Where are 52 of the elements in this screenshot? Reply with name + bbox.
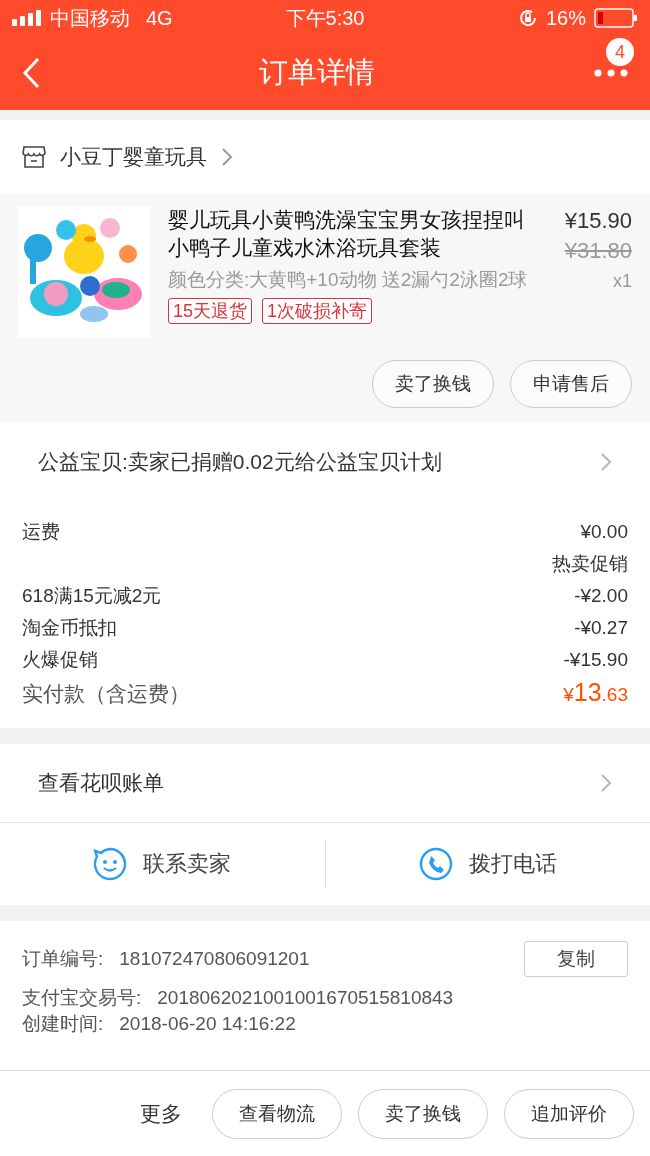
action-button[interactable]: 申请售后 <box>510 360 632 408</box>
copy-button[interactable]: 复制 <box>524 941 628 977</box>
chat-face-icon <box>93 847 128 881</box>
back-icon[interactable] <box>22 57 40 89</box>
total-amount: ¥13.63 <box>563 678 628 707</box>
product-variant: 颜色分类:大黄鸭+10动物 送2漏勺2泳圈2球 <box>168 268 529 292</box>
service-tag: 1次破损补寄 <box>262 298 373 324</box>
total-label: 实付款（含运费） <box>22 681 190 707</box>
action-button[interactable]: 追加评价 <box>504 1088 634 1139</box>
info-value: 2018062021001001670515810843 <box>157 986 454 1010</box>
fee-value: 热卖促销 <box>552 552 628 576</box>
shop-name[interactable]: 小豆丁婴童玩具 <box>60 143 207 171</box>
fee-value: -¥2.00 <box>574 584 628 608</box>
more-icon[interactable] <box>594 69 628 77</box>
info-value: 2018-06-20 14:16:22 <box>119 1012 296 1036</box>
fee-value: ¥0.00 <box>580 520 628 544</box>
product-quantity: x1 <box>612 270 632 293</box>
info-label: 订单编号: <box>22 947 104 971</box>
clock-time: 下午5:30 <box>285 5 365 31</box>
chevron-right-icon <box>600 452 612 472</box>
info-value: 181072470806091201 <box>119 947 310 971</box>
huabei-bill-link[interactable]: 查看花呗账单 <box>38 769 164 797</box>
network-type: 4G <box>146 6 173 30</box>
product-title[interactable]: 婴儿玩具小黄鸭洗澡宝宝男女孩捏捏叫小鸭子儿童戏水沐浴玩具套装 <box>168 206 532 262</box>
store-icon <box>22 146 46 168</box>
info-label: 创建时间: <box>22 1012 104 1036</box>
action-button[interactable]: 查看物流 <box>212 1088 342 1139</box>
info-label: 支付宝交易号: <box>22 986 142 1010</box>
contact-button[interactable]: 拨打电话 <box>325 847 650 881</box>
fee-label: 运费 <box>22 520 60 544</box>
notification-badge: 4 <box>606 38 634 66</box>
service-tag: 15天退货 <box>168 298 253 324</box>
chevron-right-icon <box>221 147 233 167</box>
product-price: ¥15.90 <box>563 207 632 235</box>
original-price: ¥31.80 <box>563 237 632 265</box>
chevron-right-icon <box>600 773 612 793</box>
more-link[interactable]: 更多 <box>140 1099 182 1128</box>
fee-label: 618满15元减2元 <box>22 584 162 608</box>
action-button[interactable]: 卖了换钱 <box>372 360 494 408</box>
fee-value: -¥15.90 <box>563 648 628 672</box>
rotation-lock-icon <box>517 8 538 28</box>
page-title: 订单详情 <box>258 55 376 90</box>
battery-percent: 16% <box>545 6 586 30</box>
battery-icon <box>594 8 638 28</box>
carrier-name: 中国移动 <box>50 5 130 31</box>
phone-icon <box>418 847 453 881</box>
fee-label: 淘金币抵扣 <box>22 616 117 640</box>
action-button[interactable]: 卖了换钱 <box>358 1088 488 1139</box>
fee-value: -¥0.27 <box>574 616 628 640</box>
signal-icon <box>12 10 42 26</box>
fee-label: 火爆促销 <box>22 648 98 672</box>
contact-button[interactable]: 联系卖家 <box>0 847 325 881</box>
